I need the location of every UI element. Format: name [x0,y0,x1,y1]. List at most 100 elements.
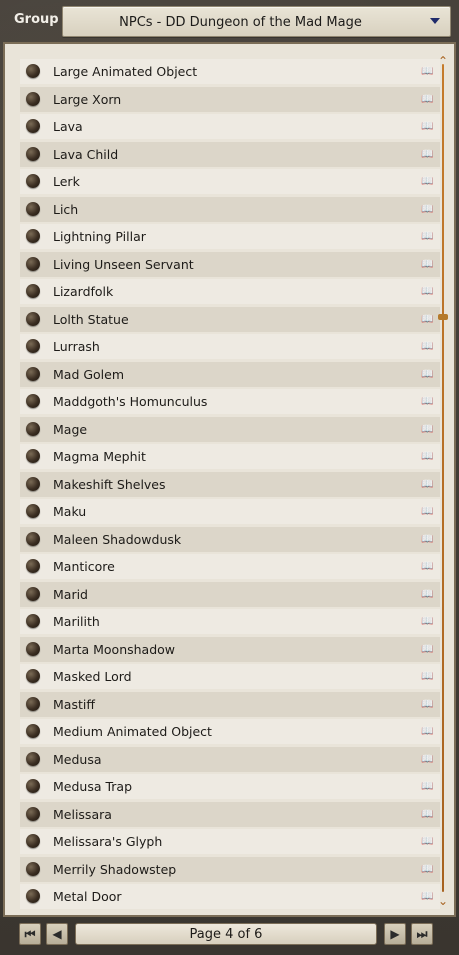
token-icon[interactable] [26,284,40,298]
token-icon[interactable] [26,834,40,848]
list-item[interactable]: Maku [20,499,440,524]
book-icon[interactable] [421,66,434,77]
list-item[interactable]: Large Xorn [20,86,440,112]
token-icon[interactable] [26,724,40,738]
book-icon[interactable] [421,561,434,572]
token-icon[interactable] [26,311,40,326]
list-item[interactable]: Marta Moonshadow [20,636,440,662]
book-icon[interactable] [421,671,434,682]
list-item[interactable]: Lich [20,196,440,222]
prev-page-icon[interactable]: ◀ [46,923,68,945]
list-item[interactable]: Large Animated Object [20,59,440,84]
list-item[interactable]: Lizardfolk [20,279,440,304]
book-icon[interactable] [421,341,434,352]
token-icon[interactable] [26,696,40,711]
list-item[interactable]: Masked Lord [20,664,440,689]
first-page-icon[interactable]: ⏮ [19,923,41,945]
list-item[interactable]: Medusa [20,746,440,772]
token-icon[interactable] [26,201,40,216]
token-icon[interactable] [26,146,40,161]
list-item[interactable]: Lerk [20,169,440,194]
token-icon[interactable] [26,394,40,408]
book-icon[interactable] [421,479,434,490]
book-icon[interactable] [421,451,434,462]
book-icon[interactable] [421,204,434,215]
token-icon[interactable] [26,339,40,353]
token-icon[interactable] [26,449,40,463]
list-item[interactable]: Maddgoth's Homunculus [20,389,440,414]
book-icon[interactable] [421,836,434,847]
book-icon[interactable] [421,534,434,545]
token-icon[interactable] [26,91,40,106]
book-icon[interactable] [421,259,434,270]
token-icon[interactable] [26,779,40,793]
list-item[interactable]: Medusa Trap [20,774,440,799]
list-item[interactable]: Melissara [20,801,440,827]
token-icon[interactable] [26,256,40,271]
token-icon[interactable] [26,861,40,876]
book-icon[interactable] [421,726,434,737]
book-icon[interactable] [421,176,434,187]
list-item[interactable]: Mastiff [20,691,440,717]
list-item[interactable]: Marilith [20,609,440,634]
scrollbar[interactable]: ⌃ ⌄ [438,55,448,907]
list-item[interactable]: Lurrash [20,334,440,359]
list-item[interactable]: Makeshift Shelves [20,471,440,497]
book-icon[interactable] [421,644,434,655]
book-icon[interactable] [421,864,434,875]
list-item[interactable]: Merrily Shadowstep [20,856,440,882]
list-item[interactable]: Mage [20,416,440,442]
list-item[interactable]: Living Unseen Servant [20,251,440,277]
list-item[interactable]: Magma Mephit [20,444,440,469]
book-icon[interactable] [421,616,434,627]
list-item[interactable]: Lightning Pillar [20,224,440,249]
scrollbar-track-line[interactable] [442,64,444,892]
token-icon[interactable] [26,504,40,518]
scrollbar-thumb[interactable] [438,314,448,320]
book-icon[interactable] [421,506,434,517]
token-icon[interactable] [26,559,40,573]
book-icon[interactable] [421,231,434,242]
book-icon[interactable] [421,149,434,160]
list-item[interactable]: Mad Golem [20,361,440,387]
next-page-icon[interactable]: ▶ [384,923,406,945]
book-icon[interactable] [421,754,434,765]
book-icon[interactable] [421,891,434,902]
book-icon[interactable] [421,589,434,600]
list-item[interactable]: Metal Door [20,884,440,909]
group-select-value[interactable]: NPCs - DD Dungeon of the Mad Mage [63,7,418,38]
chevron-down-icon[interactable] [430,18,440,24]
token-icon[interactable] [26,751,40,766]
book-icon[interactable] [421,809,434,820]
list-item[interactable]: Manticore [20,554,440,579]
list-item[interactable]: Melissara's Glyph [20,829,440,854]
token-icon[interactable] [26,669,40,683]
book-icon[interactable] [421,424,434,435]
book-icon[interactable] [421,94,434,105]
book-icon[interactable] [421,396,434,407]
list-item[interactable]: Lolth Statue [20,306,440,332]
token-icon[interactable] [26,119,40,133]
token-icon[interactable] [26,229,40,243]
list-item[interactable]: Medium Animated Object [20,719,440,744]
token-icon[interactable] [26,806,40,821]
token-icon[interactable] [26,614,40,628]
last-page-icon[interactable]: ⏭ [411,923,433,945]
npc-list[interactable]: Large Animated Object Large Xorn Lava Lava … [20,59,440,910]
token-icon[interactable] [26,366,40,381]
list-item[interactable]: Lava Child [20,141,440,167]
book-icon[interactable] [421,699,434,710]
token-icon[interactable] [26,421,40,436]
token-icon[interactable] [26,586,40,601]
book-icon[interactable] [421,286,434,297]
book-icon[interactable] [421,314,434,325]
token-icon[interactable] [26,889,40,903]
list-item[interactable]: Maleen Shadowdusk [20,526,440,552]
token-icon[interactable] [26,64,40,78]
token-icon[interactable] [26,174,40,188]
group-select[interactable]: NPCs - DD Dungeon of the Mad Mage [62,6,451,37]
token-icon[interactable] [26,641,40,656]
token-icon[interactable] [26,531,40,546]
book-icon[interactable] [421,781,434,792]
book-icon[interactable] [421,121,434,132]
